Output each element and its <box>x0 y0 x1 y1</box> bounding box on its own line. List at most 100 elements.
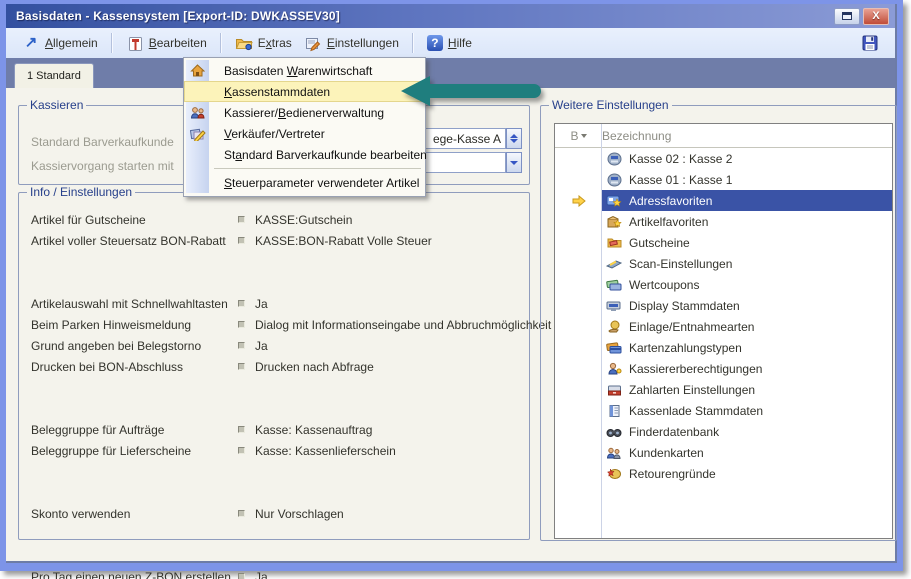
list-item[interactable]: Wertcoupons <box>555 274 892 295</box>
display-icon <box>606 298 622 313</box>
list-item-selected[interactable]: Adressfavoriten <box>555 190 892 211</box>
current-row-arrow-icon <box>572 195 586 207</box>
list-item[interactable]: Gutscheine <box>555 232 892 253</box>
spin-up-icon <box>510 134 518 138</box>
toolbar-separator <box>111 33 113 53</box>
menu-item-verkaeufer-vertreter[interactable]: Verkäufer/Vertreter <box>184 123 425 144</box>
setting-row: Artikel voller Steuersatz BON-RabattKASS… <box>31 230 523 251</box>
bullet-icon <box>238 300 245 307</box>
bullet-icon <box>238 426 245 433</box>
list-item[interactable]: Kasse 02 : Kasse 2 <box>555 148 892 169</box>
column-divider <box>601 124 602 538</box>
list-item[interactable]: Scan-Einstellungen <box>555 253 892 274</box>
edit-tool-icon <box>126 34 144 52</box>
label-standard-barverkaufkunde: Standard Barverkaufkunde <box>31 131 174 152</box>
group-weitere-einstellungen: Weitere Einstellungen B Bezeichnung Kass… <box>540 105 897 541</box>
bullet-icon <box>238 510 245 517</box>
teal-left-arrow <box>398 72 550 112</box>
list-item[interactable]: Finderdatenbank <box>555 421 892 442</box>
menu-allgemein[interactable]: ↗ Allgemein <box>16 31 104 55</box>
tab-standard[interactable]: 1 Standard <box>14 63 94 88</box>
dropdown-button[interactable] <box>506 152 522 173</box>
register-icon <box>606 151 622 166</box>
setting-row: Pro Tag einen neuen Z-BON erstellenJa <box>31 566 523 579</box>
list-item[interactable]: Zahlarten Einstellungen <box>555 379 892 400</box>
users-icon <box>187 106 208 119</box>
column-header-b: B <box>570 129 578 143</box>
drawer-notes-icon <box>606 403 622 418</box>
list-item[interactable]: Kundenkarten <box>555 442 892 463</box>
toolbar: ↗ Allgemein Bearbeiten Extras <box>6 28 895 58</box>
bullet-icon <box>238 237 245 244</box>
setting-row: Beleggruppe für AufträgeKasse: Kassenauf… <box>31 419 523 440</box>
close-button[interactable]: X <box>863 8 889 25</box>
menu-einstellungen[interactable]: Einstellungen <box>298 31 405 55</box>
list-item[interactable]: Kassiererberechtigungen <box>555 358 892 379</box>
coin-hand-icon <box>606 319 622 334</box>
spin-down-icon <box>510 139 518 143</box>
list-item[interactable]: Retourengründe <box>555 463 892 484</box>
toolbar-separator <box>220 33 222 53</box>
bullet-icon <box>238 447 245 454</box>
bullet-icon <box>238 363 245 370</box>
menu-item-standard-barverkaufkunde[interactable]: Standard Barverkaufkunde bearbeiten <box>184 144 425 165</box>
content-area: Kassieren Standard Barverkaufkunde Kassi… <box>6 88 895 561</box>
minimize-icon <box>842 12 852 20</box>
toolbar-separator <box>412 33 414 53</box>
card-star-icon <box>606 193 622 208</box>
coupons-icon <box>606 277 622 292</box>
spinner-buttons[interactable] <box>506 128 522 149</box>
menu-item-steuerparameter[interactable]: Steuerparameter verwendeter Artikel <box>184 172 425 193</box>
box-star-icon <box>606 214 622 229</box>
menu-hilfe[interactable]: ? Hilfe <box>421 32 478 54</box>
setting-row: Artikel für GutscheineKASSE:Gutschein <box>31 209 523 230</box>
list-item[interactable]: Artikelfavoriten <box>555 211 892 232</box>
payment-cards-icon <box>606 340 622 355</box>
setting-row: Beleggruppe für LieferscheineKasse: Kass… <box>31 440 523 461</box>
cashbox-icon <box>606 382 622 397</box>
bullet-icon <box>238 342 245 349</box>
bullet-icon <box>238 573 245 579</box>
menu-item-kassierer-bedienerverwaltung[interactable]: Kassierer/Bedienerverwaltung <box>184 102 425 123</box>
pencil-notes-icon <box>187 127 208 141</box>
save-button[interactable] <box>855 31 885 55</box>
titlebar: Basisdaten - Kassensystem [Export-ID: DW… <box>6 4 895 28</box>
home-icon <box>187 64 208 77</box>
setting-row: Skonto verwendenNur Vorschlagen <box>31 503 523 524</box>
scanner-icon <box>606 256 622 271</box>
sort-down-icon <box>581 134 587 138</box>
return-coin-icon <box>606 466 622 481</box>
list-item[interactable]: Kassenlade Stammdaten <box>555 400 892 421</box>
setting-row: Artikelauswahl mit SchnellwahltastenJa <box>31 293 523 314</box>
list-item[interactable]: Kasse 01 : Kasse 1 <box>555 169 892 190</box>
list-item[interactable]: Einlage/Entnahmearten <box>555 316 892 337</box>
settings-form-icon <box>304 34 322 52</box>
menu-item-basisdaten-warenwirtschaft[interactable]: Basisdaten Warenwirtschaft <box>184 60 425 81</box>
minimize-button[interactable] <box>834 8 860 25</box>
menu-separator <box>184 165 425 172</box>
list-item[interactable]: Display Stammdaten <box>555 295 892 316</box>
bullet-icon <box>238 216 245 223</box>
dropdown-arrow-icon <box>510 161 518 165</box>
bullet-icon <box>238 321 245 328</box>
setting-row: Grund angeben bei BelegstornoJa <box>31 335 523 356</box>
group-info-title: Info / Einstellungen <box>27 185 135 199</box>
list-item[interactable]: Kartenzahlungstypen <box>555 337 892 358</box>
extras-dropdown-menu: Basisdaten Warenwirtschaft Kassenstammda… <box>183 57 426 197</box>
label-kassiervorgang-starten: Kassiervorgang starten mit <box>31 155 174 176</box>
register-icon <box>606 172 622 187</box>
menu-bearbeiten[interactable]: Bearbeiten <box>120 31 213 55</box>
menu-item-kassenstammdaten[interactable]: Kassenstammdaten <box>184 81 425 102</box>
menu-extras[interactable]: Extras <box>229 31 298 55</box>
customers-icon <box>606 445 622 460</box>
settings-list: B Bezeichnung Kasse 02 : Kasse 2 Kasse 0… <box>554 123 893 539</box>
column-header-bezeichnung: Bezeichnung <box>602 129 671 143</box>
group-kassieren-title: Kassieren <box>27 98 86 112</box>
group-info-einstellungen: Info / Einstellungen Artikel für Gutsche… <box>18 192 530 540</box>
save-icon <box>861 34 879 52</box>
help-icon: ? <box>427 35 443 51</box>
setting-row: Drucken bei BON-AbschlussDrucken nach Ab… <box>31 356 523 377</box>
voucher-folder-icon <box>606 235 622 250</box>
list-header[interactable]: B Bezeichnung <box>555 124 892 148</box>
close-icon: X <box>872 11 879 22</box>
